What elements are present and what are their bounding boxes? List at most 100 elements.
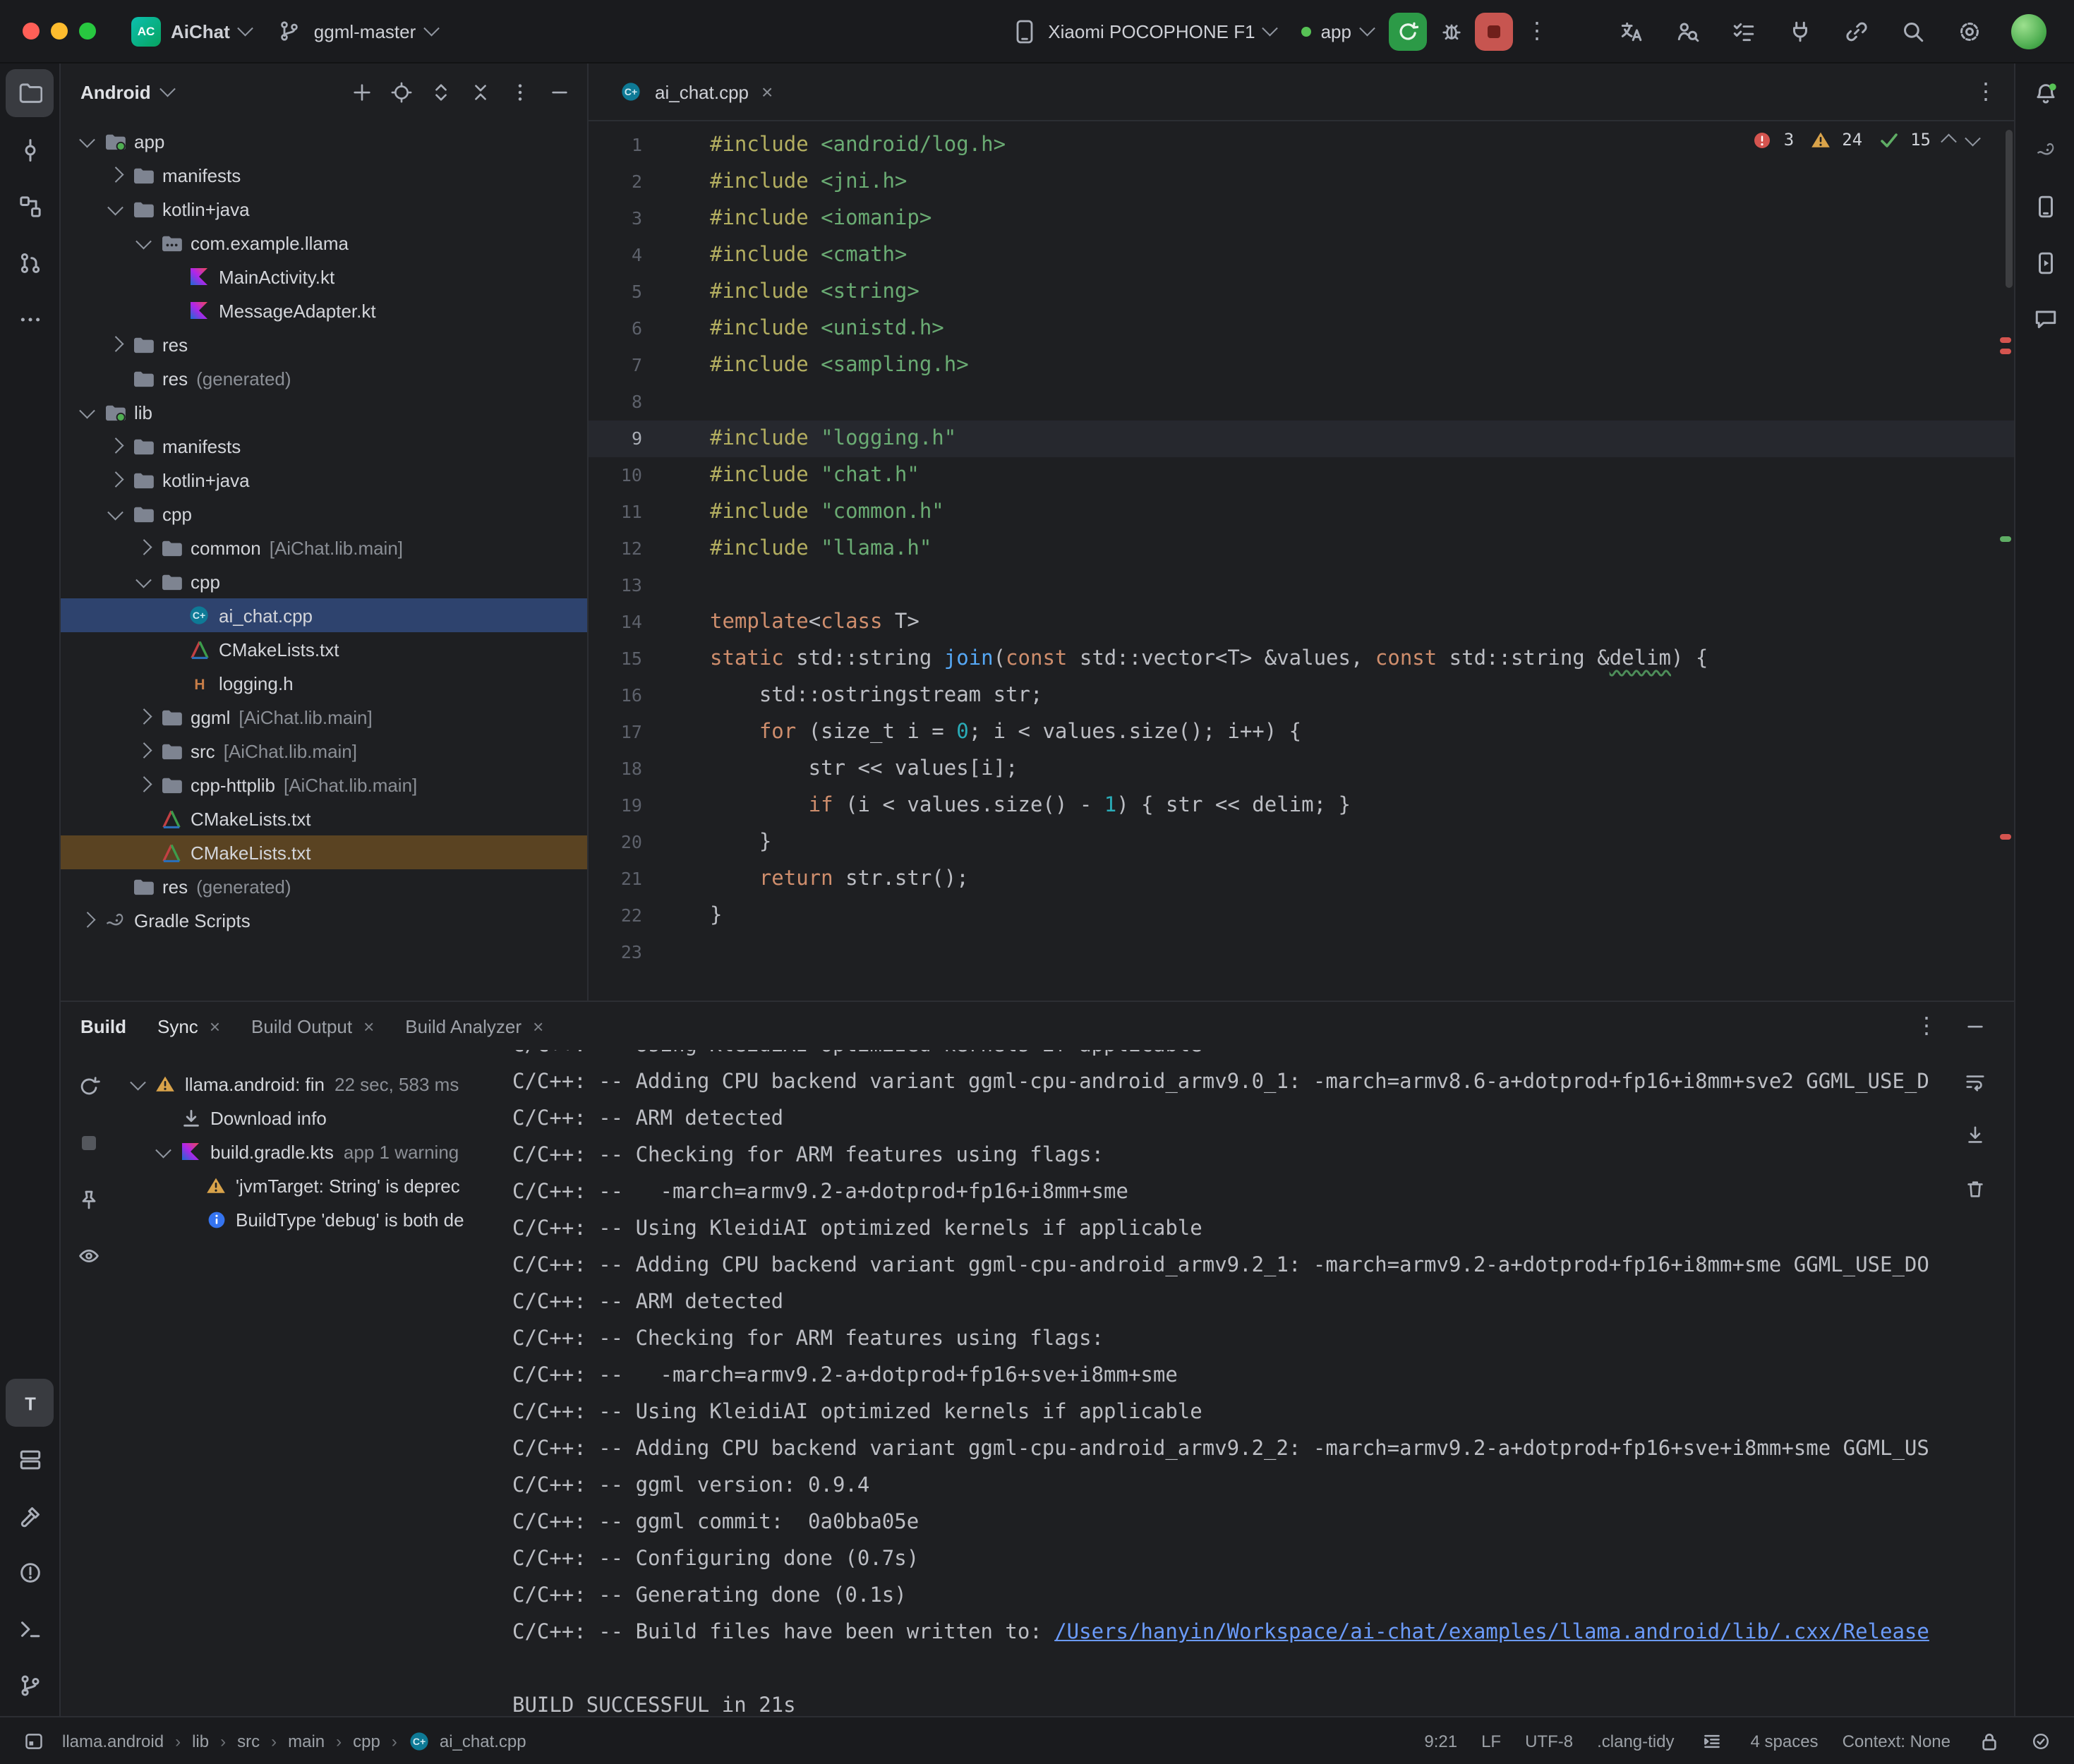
assistant-icon[interactable] [2021,295,2069,343]
hide-icon[interactable] [542,75,576,109]
project-tree-item-cmakelists-txt[interactable]: CMakeLists.txt [61,802,587,835]
device-selector[interactable]: Xiaomi POCOPHONE F1 [997,10,1288,52]
project-tree-item-cpp[interactable]: cpp [61,564,587,598]
build-tool-icon[interactable] [6,1492,54,1540]
minimize-window-button[interactable] [51,23,68,40]
checklist-icon[interactable] [1723,11,1763,51]
project-tree-item-ggml[interactable]: ggml[AiChat.lib.main] [61,700,587,734]
settings-icon[interactable] [1949,11,1989,51]
editor-line[interactable]: 13 [589,567,2014,604]
project-tree-item-com-example-llama[interactable]: com.example.llama [61,226,587,260]
more-icon[interactable] [6,295,54,343]
rerun-icon[interactable] [69,1067,109,1106]
project-tree-item-src[interactable]: src[AiChat.lib.main] [61,734,587,768]
clear-icon[interactable] [1955,1168,1994,1208]
chevron-closed-icon[interactable] [131,712,157,723]
editor-line[interactable]: 10#include "chat.h" [589,457,2014,494]
editor-line[interactable]: 3#include <iomanip> [589,200,2014,237]
structure-icon[interactable] [6,182,54,230]
editor-line[interactable]: 20 } [589,824,2014,861]
more-actions-button[interactable]: ⋮ [1517,11,1557,51]
ide-status-icon[interactable] [2027,1731,2055,1751]
editor-line[interactable]: 7#include <sampling.h> [589,347,2014,384]
build-tree-item-llama-android-fin[interactable]: llama.android: fin22 sec, 583 ms [117,1067,501,1101]
context-widget[interactable]: Context: None [1843,1731,1951,1751]
run-config-selector[interactable]: app [1289,10,1385,52]
project-tree-item-manifests[interactable]: manifests [61,158,587,192]
stop-disabled-icon[interactable] [69,1123,109,1163]
editor-line[interactable]: 11#include "common.h" [589,494,2014,531]
device-manager-icon[interactable] [2021,182,2069,230]
project-tree-item-mainactivity-kt[interactable]: MainActivity.kt [61,260,587,294]
chevron-open-icon[interactable] [131,578,157,586]
soft-wrap-icon[interactable] [1955,1061,1994,1101]
build-tree-item-buildtype-debug-is-both-de[interactable]: BuildType 'debug' is both de [117,1202,501,1236]
pull-requests-icon[interactable] [6,238,54,286]
code-editor[interactable]: 3 24 15 1#include <android/log.h>2#inclu… [589,121,2014,1001]
rerun-button[interactable] [1389,12,1427,50]
caret-position[interactable]: 9:21 [1424,1731,1457,1751]
project-tree-item-ai-chat-cpp[interactable]: C+ai_chat.cpp [61,598,587,632]
find-actions-icon[interactable] [1667,11,1706,51]
build-variants-icon[interactable] [6,1435,54,1483]
project-tree-item-res[interactable]: res(generated) [61,361,587,395]
build-console[interactable]: C/C++: -- Using KleidiAI optimized kerne… [501,1050,2014,1716]
hide-build-panel-button[interactable] [1955,1006,1994,1046]
version-control-icon[interactable] [6,1661,54,1709]
editor-line[interactable]: 9#include "logging.h" [589,421,2014,457]
project-tree-item-kotlin-java[interactable]: kotlin+java [61,463,587,497]
project-tree-item-res[interactable]: res [61,327,587,361]
editor-line[interactable]: 5#include <string> [589,274,2014,310]
gradle-icon[interactable] [2021,126,2069,174]
project-folder-icon[interactable] [6,69,54,117]
debug-button[interactable] [1431,11,1471,51]
translate-icon[interactable] [1610,11,1650,51]
close-tab-icon[interactable]: × [533,1015,543,1037]
editor-line[interactable]: 12#include "llama.h" [589,531,2014,567]
encoding-widget[interactable]: UTF-8 [1525,1731,1573,1751]
link-icon[interactable] [1836,11,1876,51]
editor-line[interactable]: 17 for (size_t i = 0; i < values.size();… [589,714,2014,751]
breadcrumb-item-src[interactable]: src [234,1731,263,1751]
zoom-window-button[interactable] [79,23,96,40]
chevron-open-icon[interactable] [103,510,128,518]
editor-line[interactable]: 22} [589,898,2014,934]
editor-line[interactable]: 6#include <unistd.h> [589,310,2014,347]
project-tree-item-logging-h[interactable]: Hlogging.h [61,666,587,700]
terminal-icon[interactable] [6,1605,54,1653]
editor-tab[interactable]: C+ ai_chat.cpp × [600,64,790,120]
project-view-selector[interactable]: Android [80,81,151,102]
editor-line[interactable]: 4#include <cmath> [589,237,2014,274]
editor-line[interactable]: 15static std::string join(const std::vec… [589,641,2014,677]
project-tree-item-kotlin-java[interactable]: kotlin+java [61,192,587,226]
breadcrumb-item-main[interactable]: main [285,1731,327,1751]
project-tree-item-cpp-httplib[interactable]: cpp-httplib[AiChat.lib.main] [61,768,587,802]
build-tab-sync[interactable]: Sync× [157,1015,220,1037]
vcs-branch-widget[interactable]: ggml-master [263,10,450,52]
project-tree-item-lib[interactable]: lib [61,395,587,429]
chevron-closed-icon[interactable] [131,543,157,553]
chevron-open-icon[interactable] [131,239,157,247]
console-link[interactable]: /Users/hanyin/Workspace/ai-chat/examples… [1054,1621,1929,1644]
chevron-open-icon[interactable] [151,1148,176,1156]
project-tree-item-messageadapter-kt[interactable]: MessageAdapter.kt [61,294,587,327]
lock-icon[interactable] [1974,1731,2003,1751]
chevron-closed-icon[interactable] [103,170,128,181]
build-options-button[interactable]: ⋮ [1907,1006,1946,1046]
editor-line[interactable]: 16 std::ostringstream str; [589,677,2014,714]
inspections-widget[interactable]: 3 24 15 [1749,130,1977,150]
breadcrumb-item-llama-android[interactable]: llama.android [59,1731,167,1751]
scroll-end-icon[interactable] [1955,1115,1994,1154]
build-tree-item-download-info[interactable]: Download info [117,1101,501,1135]
commit-icon[interactable] [6,126,54,174]
running-devices-icon[interactable] [2021,238,2069,286]
filter-icon[interactable] [69,1236,109,1276]
chevron-open-icon[interactable] [103,205,128,213]
build-tree-item-jvmtarget-string-is-deprec[interactable]: 'jvmTarget: String' is deprec [117,1168,501,1202]
window-layout-icon[interactable] [20,1731,48,1751]
expand-all-icon[interactable] [423,75,457,109]
project-tree-item-cmakelists-txt[interactable]: CMakeLists.txt [61,835,587,869]
chevron-closed-icon[interactable] [131,780,157,790]
breadcrumb-item-ai-chat-cpp[interactable]: ai_chat.cpp [437,1731,529,1751]
build-tab-build-analyzer[interactable]: Build Analyzer× [405,1015,543,1037]
